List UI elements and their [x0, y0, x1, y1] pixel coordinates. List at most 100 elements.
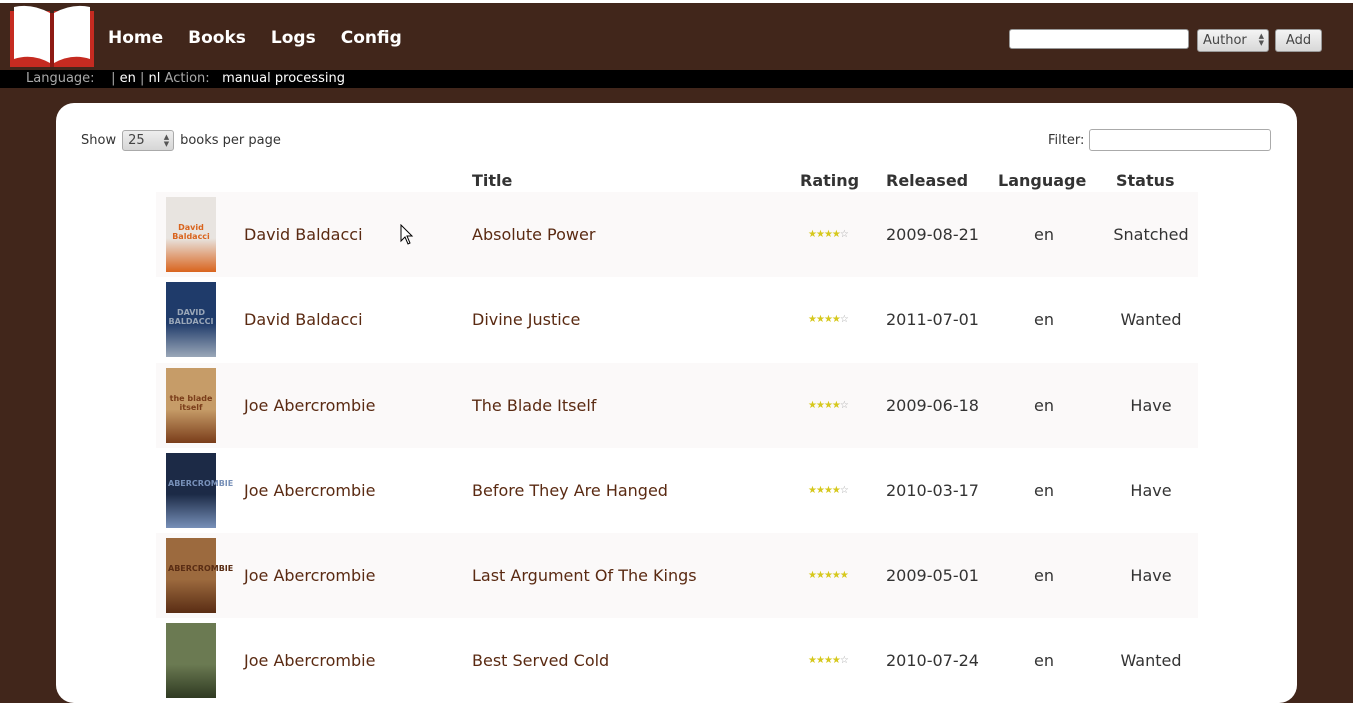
star-filled-icon: ★ [815, 655, 825, 666]
star-filled-icon: ★ [815, 570, 825, 581]
star-filled-icon: ★ [815, 485, 825, 496]
star-filled-icon: ★ [823, 229, 833, 240]
search-type-value: Author [1203, 33, 1247, 48]
star-filled-icon: ★ [823, 655, 833, 666]
filter-label: Filter: [1048, 132, 1085, 148]
star-filled-icon: ★ [808, 400, 817, 411]
released-date: 2009-05-01 [886, 566, 979, 585]
released-date: 2010-07-24 [886, 651, 979, 670]
page-length-control: Show 25 ▲ ▼ books per page [81, 130, 281, 151]
nav-logs[interactable]: Logs [271, 28, 316, 48]
per-page-value: 25 [128, 133, 145, 148]
title-link[interactable]: Divine Justice [472, 310, 580, 329]
separator: | [111, 71, 116, 86]
action-label: Action: [164, 71, 210, 86]
manual-processing-link[interactable]: manual processing [222, 71, 345, 86]
author-link[interactable]: David Baldacci [244, 310, 363, 329]
table-row: ABERCROMBIE Joe Abercrombie Before They Ar… [156, 448, 1198, 533]
author-link[interactable]: David Baldacci [244, 225, 363, 244]
cover-text: ABERCROMBIE [168, 564, 234, 573]
star-filled-icon: ★ [831, 485, 841, 496]
rating-stars: ★★★★★ [808, 570, 849, 581]
star-filled-icon: ★ [831, 655, 841, 666]
status-text: Have [1130, 481, 1172, 500]
star-filled-icon: ★ [823, 485, 833, 496]
column-header-language[interactable]: Language [998, 171, 1086, 190]
star-filled-icon: ★ [823, 570, 833, 581]
star-empty-icon: ☆ [839, 229, 849, 240]
released-date: 2010-03-17 [886, 481, 979, 500]
released-date: 2009-06-18 [886, 396, 979, 415]
search-type-select[interactable]: Author ▲ ▼ [1197, 29, 1269, 52]
column-header-rating[interactable]: Rating [800, 171, 859, 190]
table-row: David Baldacci David Baldacci Absolute Pow… [156, 192, 1198, 277]
language-code: en [1034, 225, 1054, 244]
rating-stars: ★★★★☆ [808, 655, 849, 666]
filter-control: Filter: [1048, 129, 1272, 151]
add-button[interactable]: Add [1275, 29, 1322, 52]
title-link[interactable]: Before They Are Hanged [472, 481, 668, 500]
title-link[interactable]: Last Argument Of The Kings [472, 566, 697, 585]
book-cover-image[interactable]: David Baldacci [166, 197, 216, 272]
select-arrows-icon: ▲ ▼ [1258, 32, 1264, 47]
author-link[interactable]: Joe Abercrombie [244, 481, 375, 500]
cover-text: ABERCROMBIE [168, 479, 234, 488]
per-page-select[interactable]: 25 ▲ ▼ [122, 130, 175, 151]
star-filled-icon: ★ [815, 400, 825, 411]
book-logo-icon[interactable] [8, 5, 96, 69]
rating-stars: ★★★★☆ [808, 314, 849, 325]
star-filled-icon: ★ [808, 485, 817, 496]
nav-books[interactable]: Books [188, 28, 246, 48]
author-link[interactable]: Joe Abercrombie [244, 651, 375, 670]
cover-text: DAVID BALDACCI [168, 308, 214, 326]
sub-bar: Language: | en | nl Action: manual proce… [0, 70, 1353, 88]
language-nl-link[interactable]: nl [149, 71, 161, 86]
star-filled-icon: ★ [831, 229, 841, 240]
status-text: Have [1130, 566, 1172, 585]
rating-stars: ★★★★☆ [808, 485, 849, 496]
released-date: 2011-07-01 [886, 310, 979, 329]
nav-config[interactable]: Config [341, 28, 402, 48]
book-cover-image[interactable]: the blade itself [166, 368, 216, 443]
main-nav: Home Books Logs Config [108, 28, 427, 48]
language-en-link[interactable]: en [120, 71, 136, 86]
separator: | [140, 71, 145, 86]
book-cover-image[interactable] [166, 623, 216, 698]
language-code: en [1034, 566, 1054, 585]
author-link[interactable]: Joe Abercrombie [244, 566, 375, 585]
star-filled-icon: ★ [808, 229, 817, 240]
book-cover-image[interactable]: ABERCROMBIE [166, 538, 234, 613]
column-header-title[interactable]: Title [472, 171, 512, 190]
nav-home[interactable]: Home [108, 28, 163, 48]
released-date: 2009-08-21 [886, 225, 979, 244]
books-panel: Show 25 ▲ ▼ books per page Filter: Title … [56, 103, 1297, 703]
language-code: en [1034, 481, 1054, 500]
star-filled-icon: ★ [831, 400, 841, 411]
star-filled-icon: ★ [808, 314, 817, 325]
star-filled-icon: ★ [831, 314, 841, 325]
language-code: en [1034, 651, 1054, 670]
rating-stars: ★★★★☆ [808, 400, 849, 411]
star-filled-icon: ★ [839, 570, 849, 581]
status-text: Wanted [1120, 651, 1182, 670]
star-filled-icon: ★ [808, 655, 817, 666]
search-input[interactable] [1009, 29, 1189, 49]
status-text: Snatched [1113, 225, 1189, 244]
table-row: Joe Abercrombie Best Served Cold ★★★★☆ 2010… [156, 618, 1198, 703]
cover-text: the blade itself [169, 394, 213, 412]
language-label: Language: [26, 71, 95, 86]
author-link[interactable]: Joe Abercrombie [244, 396, 375, 415]
status-text: Wanted [1120, 310, 1182, 329]
title-link[interactable]: The Blade Itself [472, 396, 596, 415]
title-link[interactable]: Absolute Power [472, 225, 595, 244]
per-page-suffix: books per page [180, 133, 281, 148]
book-cover-image[interactable]: DAVID BALDACCI [166, 282, 216, 357]
title-link[interactable]: Best Served Cold [472, 651, 609, 670]
show-label: Show [81, 133, 117, 148]
rating-stars: ★★★★☆ [808, 229, 849, 240]
filter-input[interactable] [1089, 129, 1272, 151]
column-header-status[interactable]: Status [1116, 171, 1175, 190]
book-cover-image[interactable]: ABERCROMBIE [166, 453, 234, 528]
table-row: ABERCROMBIE Joe Abercrombie Last Argument … [156, 533, 1198, 618]
column-header-released[interactable]: Released [886, 171, 968, 190]
